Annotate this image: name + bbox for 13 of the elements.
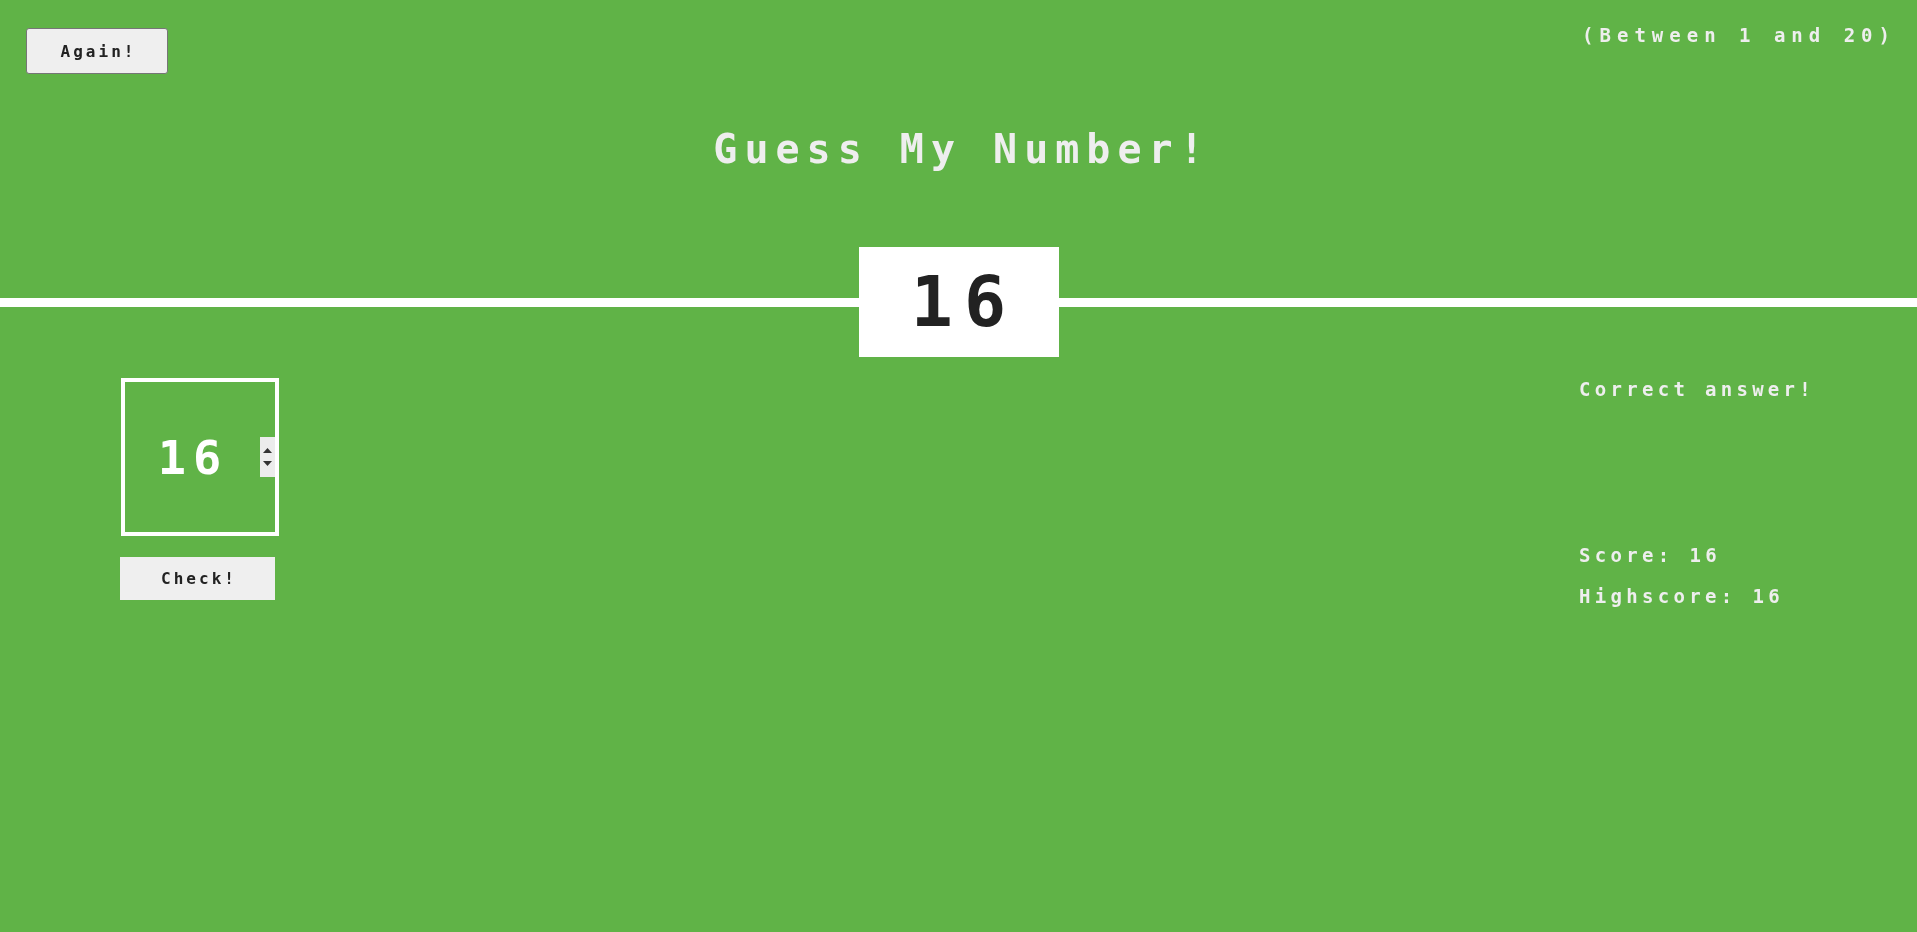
spinner-control[interactable] xyxy=(260,437,275,477)
result-message: Correct answer! xyxy=(1579,380,1816,399)
caret-up-icon xyxy=(263,448,272,453)
secret-number: 16 xyxy=(858,247,1059,357)
score-value: 16 xyxy=(1689,546,1721,565)
score-label: Score: xyxy=(1579,546,1674,565)
caret-down-icon xyxy=(263,461,272,466)
game-title: Guess My Number! xyxy=(712,129,1211,169)
highscore-value: 16 xyxy=(1752,587,1784,606)
check-button[interactable]: Check! xyxy=(120,557,275,600)
again-button[interactable]: Again! xyxy=(26,28,168,74)
highscore-label: Highscore: xyxy=(1579,587,1737,606)
range-hint: (Between 1 and 20) xyxy=(1582,26,1896,45)
